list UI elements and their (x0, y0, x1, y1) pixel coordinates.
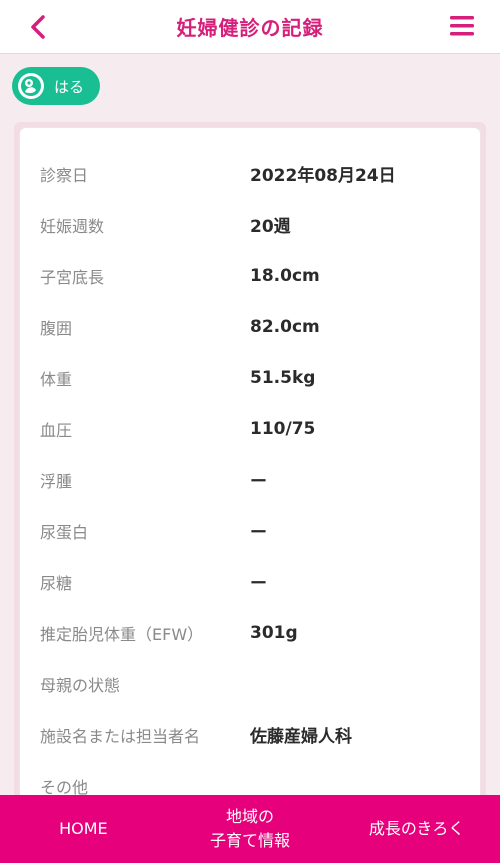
hamburger-menu-icon (450, 16, 474, 36)
child-profile-chip[interactable]: はる (12, 67, 101, 105)
record-label: 母親の状態 (40, 675, 121, 695)
record-label: 腹囲 (40, 318, 73, 338)
record-label: 尿糖 (40, 573, 73, 593)
record-label: その他 (40, 777, 89, 797)
chevron-left-icon (31, 15, 45, 39)
record-value: ー (250, 523, 267, 543)
record-row: 体重 51.5kg (20, 352, 480, 403)
record-row: 施設名または担当者名 佐藤産婦人科 (20, 709, 480, 760)
nav-home[interactable]: HOME (0, 795, 167, 863)
bottom-navigation: HOME 地域の 子育て情報 成長のきろく (0, 795, 500, 863)
header: 妊婦健診の記録 (0, 0, 500, 54)
record-label: 浮腫 (40, 471, 73, 491)
checkup-record-card: 診察日 2022年08月24日妊娠週数 20週子宮底長 18.0cm 腹囲 82.0cm 体… (20, 128, 480, 808)
nav-home-label: HOME (59, 819, 108, 838)
record-row: 尿蛋白 ー (20, 505, 480, 556)
record-value: 82.0cm (250, 316, 320, 337)
record-label: 施設名または担当者名 (40, 726, 201, 746)
record-label: 尿蛋白 (40, 522, 89, 542)
record-label: 血圧 (40, 420, 73, 440)
record-row: 血圧 110/75 (20, 403, 480, 454)
baby-icon (21, 76, 41, 96)
record-value: ー (250, 574, 267, 594)
record-value: 301g (250, 622, 298, 643)
record-row: 推定胎児体重（EFW） 301g (20, 607, 480, 658)
record-row: 診察日 2022年08月24日 (20, 148, 480, 199)
record-rows: 診察日 2022年08月24日妊娠週数 20週子宮底長 18.0cm 腹囲 82.0cm 体… (20, 148, 480, 811)
record-label: 妊娠週数 (40, 216, 105, 236)
record-label: 診察日 (40, 165, 89, 185)
record-value: ー (250, 472, 267, 492)
record-row: 尿糖 ー (20, 556, 480, 607)
record-row: 子宮底長 18.0cm (20, 250, 480, 301)
avatar (18, 73, 44, 99)
child-name: はる (54, 77, 85, 96)
record-value: 51.5kg (250, 367, 316, 388)
record-value: 18.0cm (250, 265, 320, 286)
record-row: 妊娠週数 20週 (20, 199, 480, 250)
record-value: 2022年08月24日 (250, 166, 396, 186)
record-value: 20週 (250, 217, 291, 237)
back-button[interactable] (20, 10, 56, 44)
record-label: 推定胎児体重（EFW） (40, 624, 204, 644)
nav-local-childcare-info[interactable]: 地域の 子育て情報 (167, 795, 334, 863)
record-label: 子宮底長 (40, 267, 105, 287)
nav-local-label-line2: 子育て情報 (210, 831, 291, 850)
record-value: 佐藤産婦人科 (250, 727, 352, 747)
nav-growth-record[interactable]: 成長のきろく (333, 795, 500, 863)
page-title: 妊婦健診の記録 (176, 16, 324, 40)
nav-growth-label: 成長のきろく (368, 819, 465, 838)
record-row: 浮腫 ー (20, 454, 480, 505)
nav-local-label-line1: 地域の (226, 807, 275, 826)
record-value: 110/75 (250, 418, 316, 439)
record-row: 母親の状態 (20, 658, 480, 709)
record-row: 腹囲 82.0cm (20, 301, 480, 352)
menu-button[interactable] (446, 12, 478, 40)
record-label: 体重 (40, 369, 73, 389)
